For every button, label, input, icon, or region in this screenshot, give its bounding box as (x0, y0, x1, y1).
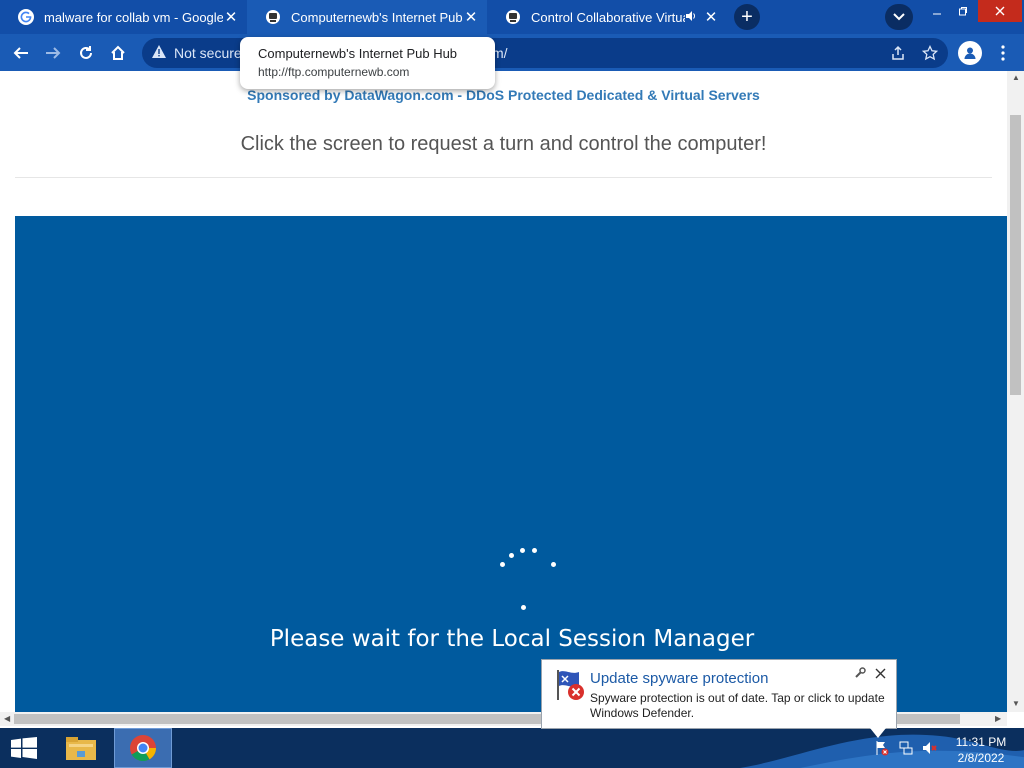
chrome-icon (130, 735, 157, 762)
page-headline: Click the screen to request a turn and c… (240, 133, 767, 155)
sponsor-link[interactable]: Sponsored by DataWagon.com - DDoS Protec… (0, 87, 1007, 103)
defender-notification[interactable]: Update spyware protection Spyware protec… (541, 659, 897, 738)
tab-title: Control Collaborative Virtual (531, 9, 685, 25)
browser-toolbar: Not secure m/ (0, 34, 1024, 71)
computernewb-icon (265, 9, 281, 25)
speaker-icon[interactable] (685, 10, 697, 25)
google-g-icon (18, 9, 34, 25)
star-icon[interactable] (921, 44, 939, 64)
windows-logo-icon (11, 737, 37, 759)
close-icon (995, 6, 1005, 16)
minimize-button[interactable] (924, 0, 950, 22)
web-page: Sponsored by DataWagon.com - DDoS Protec… (0, 71, 1007, 712)
spinner-dot (500, 562, 505, 567)
spinner-dot (520, 548, 525, 553)
home-icon (111, 45, 125, 60)
forward-button[interactable] (40, 40, 66, 66)
tab-strip: malware for collab vm - Google S ✕ Compu… (0, 0, 1024, 34)
new-tab-button[interactable]: + (734, 4, 760, 30)
clock-time: 11:31 PM (955, 735, 1007, 749)
tab-hover-tooltip: Computernewb's Internet Pub Hub http://f… (240, 37, 495, 89)
security-status-text[interactable]: Not secure (174, 45, 242, 61)
tab-computernewb-pub-hub[interactable]: Computernewb's Internet Pub Hu ✕ (247, 0, 487, 34)
chevron-down-icon (893, 13, 905, 21)
spinner-dot (509, 553, 514, 558)
volume-muted-icon[interactable] (922, 740, 938, 756)
close-tab-icon[interactable]: ✕ (463, 8, 479, 26)
computernewb-icon (505, 9, 521, 25)
taskbar-file-explorer[interactable] (52, 728, 110, 768)
restore-icon (959, 7, 967, 16)
scroll-left-icon[interactable]: ◀ (4, 714, 10, 723)
defender-warning-icon (552, 668, 586, 707)
close-tab-icon[interactable]: ✕ (703, 8, 719, 26)
home-button[interactable] (105, 40, 131, 66)
warning-triangle-icon[interactable] (152, 45, 166, 61)
tooltip-title: Computernewb's Internet Pub Hub (258, 46, 458, 61)
start-button[interactable] (0, 728, 48, 768)
scroll-down-icon[interactable]: ▼ (1012, 699, 1020, 708)
restore-button[interactable] (950, 0, 976, 22)
arrow-right-icon (46, 47, 61, 59)
scroll-right-icon[interactable]: ▶ (995, 714, 1001, 723)
close-window-button[interactable] (978, 0, 1022, 22)
spinner-dot (532, 548, 537, 553)
tab-search-button[interactable] (885, 4, 913, 30)
menu-button[interactable] (990, 40, 1016, 66)
tab-title: Computernewb's Internet Pub Hu (291, 9, 463, 25)
spinner-dot (551, 562, 556, 567)
action-center-flag-icon[interactable] (874, 740, 890, 756)
clock-date: 2/8/2022 (957, 751, 1005, 765)
tooltip-url: http://ftp.computernewb.com (258, 65, 410, 79)
close-notification-icon[interactable] (875, 666, 886, 682)
tab-collabvm[interactable]: Control Collaborative Virtual ✕ (487, 0, 727, 34)
share-icon[interactable] (890, 45, 906, 64)
tab-google-search[interactable]: malware for collab vm - Google S ✕ (0, 0, 247, 34)
vertical-scrollbar[interactable]: ▲ ▼ (1007, 71, 1024, 712)
reload-button[interactable] (73, 40, 99, 66)
file-explorer-icon (66, 737, 96, 760)
notification-body: Spyware protection is out of date. Tap o… (590, 691, 885, 720)
vm-status-text: Please wait for the Local Session Manage… (269, 626, 755, 652)
vertical-scroll-thumb[interactable] (1010, 115, 1021, 395)
person-icon (964, 47, 976, 59)
taskbar-chrome[interactable] (114, 728, 172, 768)
spinner-dot (521, 605, 526, 610)
scroll-up-icon[interactable]: ▲ (1012, 73, 1020, 82)
back-button[interactable] (8, 40, 34, 66)
notification-title: Update spyware protection (590, 670, 769, 687)
tab-title: malware for collab vm - Google S (44, 9, 223, 25)
network-icon[interactable] (898, 740, 914, 756)
close-tab-icon[interactable]: ✕ (223, 8, 239, 26)
divider (15, 177, 992, 178)
minimize-icon (933, 13, 941, 15)
kebab-menu-icon (1001, 45, 1005, 61)
notification-pointer (870, 728, 886, 738)
reload-icon (80, 46, 92, 59)
wrench-icon[interactable] (854, 667, 866, 682)
arrow-left-icon (13, 47, 28, 59)
taskbar-clock[interactable]: 11:31 PM 2/8/2022 (950, 734, 1012, 766)
profile-button[interactable] (958, 41, 982, 65)
